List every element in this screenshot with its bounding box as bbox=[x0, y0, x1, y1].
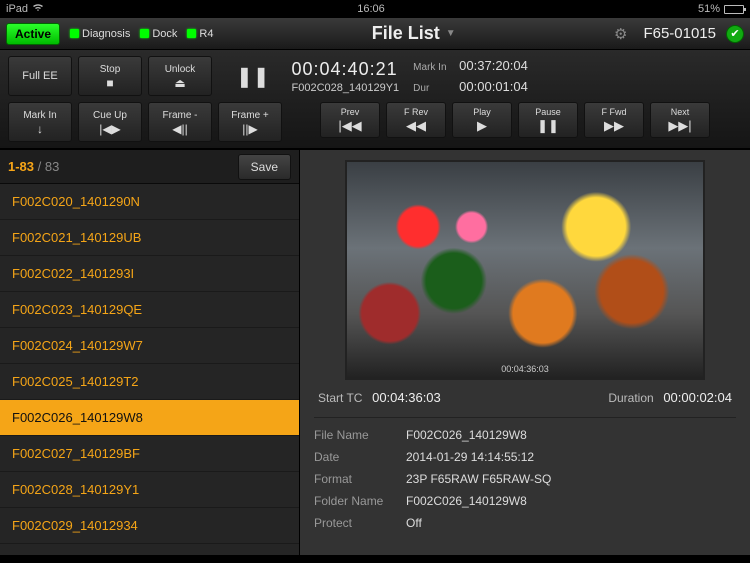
ipad-statusbar: iPad 16:06 51% bbox=[0, 0, 750, 18]
ffwd-icon: ▶▶ bbox=[604, 118, 624, 134]
cue-up-icon: |◀▶ bbox=[99, 123, 121, 135]
eject-icon: ⏏ bbox=[174, 77, 185, 89]
stop-icon: ■ bbox=[106, 77, 113, 89]
battery-percent: 51% bbox=[698, 3, 720, 15]
pause-button[interactable]: Pause❚❚ bbox=[518, 102, 578, 138]
file-list-items[interactable]: F002C020_1401290NF002C021_140129UBF002C0… bbox=[0, 184, 299, 555]
cue-up-button[interactable]: Cue Up|◀▶ bbox=[78, 102, 142, 142]
device-label: iPad bbox=[6, 3, 28, 15]
file-list-item[interactable]: F002C024_140129W7 bbox=[0, 328, 299, 364]
file-list-item[interactable]: F002C021_140129UB bbox=[0, 220, 299, 256]
timecode-display: ❚❚ 00:04:40:21 F002C028_140129Y1 Mark In… bbox=[218, 56, 742, 96]
preview-tc-row: Start TC 00:04:36:03 Duration 00:00:02:0… bbox=[314, 380, 736, 418]
frev-button[interactable]: F Rev◀◀ bbox=[386, 102, 446, 138]
pause-icon: ❚❚ bbox=[236, 64, 270, 89]
file-list-item[interactable]: F002C022_1401293I bbox=[0, 256, 299, 292]
mark-in-button[interactable]: Mark In↓ bbox=[8, 102, 72, 142]
prev-button[interactable]: Prev|◀◀ bbox=[320, 102, 380, 138]
file-range: 1-83 / 83 bbox=[8, 159, 59, 174]
video-preview[interactable]: 00:04:36:03 bbox=[345, 160, 705, 380]
page-title[interactable]: File List ▼ bbox=[223, 23, 604, 44]
file-list-item[interactable]: F002C020_1401290N bbox=[0, 184, 299, 220]
device-id: F65-01015 bbox=[643, 25, 716, 42]
stop-button[interactable]: Stop■ bbox=[78, 56, 142, 96]
active-badge[interactable]: Active bbox=[6, 23, 60, 45]
led-diagnosis: Diagnosis bbox=[70, 28, 130, 40]
mark-in-icon: ↓ bbox=[37, 123, 43, 135]
led-r4: R4 bbox=[187, 28, 213, 40]
main-area: 1-83 / 83 Save F002C020_1401290NF002C021… bbox=[0, 150, 750, 555]
check-icon[interactable]: ✔ bbox=[726, 25, 744, 43]
main-timecode: 00:04:40:21 bbox=[292, 59, 400, 80]
ffwd-button[interactable]: F Fwd▶▶ bbox=[584, 102, 644, 138]
file-list-item[interactable]: F002C027_140129BF bbox=[0, 436, 299, 472]
preview-panel: 00:04:36:03 Start TC 00:04:36:03 Duratio… bbox=[300, 150, 750, 555]
rewind-icon: ◀◀ bbox=[406, 118, 426, 134]
full-ee-button[interactable]: Full EE bbox=[8, 56, 72, 96]
frame-minus-button[interactable]: Frame -◀|| bbox=[148, 102, 212, 142]
frame-fwd-icon: ||▶ bbox=[242, 123, 257, 135]
led-icon bbox=[187, 29, 196, 38]
next-button[interactable]: Next▶▶| bbox=[650, 102, 710, 138]
file-list-item[interactable]: F002C028_140129Y1 bbox=[0, 472, 299, 508]
frame-plus-button[interactable]: Frame +||▶ bbox=[218, 102, 282, 142]
led-dock: Dock bbox=[140, 28, 177, 40]
save-button[interactable]: Save bbox=[238, 154, 291, 180]
clip-metadata: File NameF002C026_140129W8 Date2014-01-2… bbox=[314, 418, 736, 530]
still-image bbox=[347, 162, 703, 378]
file-list-item[interactable]: F002C023_140129QE bbox=[0, 292, 299, 328]
play-icon: ▶ bbox=[477, 118, 487, 134]
wifi-icon bbox=[32, 3, 44, 15]
led-icon bbox=[70, 29, 79, 38]
clock: 16:06 bbox=[44, 3, 698, 15]
play-button[interactable]: Play▶ bbox=[452, 102, 512, 138]
controls-panel: Full EE Stop■ Unlock⏏ ❚❚ 00:04:40:21 F00… bbox=[0, 50, 750, 150]
titlebar: Active Diagnosis Dock R4 File List ▼ ⚙ F… bbox=[0, 18, 750, 50]
prev-icon: |◀◀ bbox=[338, 118, 361, 134]
pause-icon: ❚❚ bbox=[537, 118, 559, 134]
file-list-header: 1-83 / 83 Save bbox=[0, 150, 299, 184]
next-icon: ▶▶| bbox=[668, 118, 691, 134]
frame-back-icon: ◀|| bbox=[172, 123, 187, 135]
led-icon bbox=[140, 29, 149, 38]
battery-icon bbox=[724, 5, 744, 14]
file-list-panel: 1-83 / 83 Save F002C020_1401290NF002C021… bbox=[0, 150, 300, 555]
gear-icon[interactable]: ⚙ bbox=[614, 25, 627, 43]
file-list-item[interactable]: F002C026_140129W8 bbox=[0, 400, 299, 436]
osd-timecode: 00:04:36:03 bbox=[501, 364, 549, 374]
unlock-button[interactable]: Unlock⏏ bbox=[148, 56, 212, 96]
timecode-clip-name: F002C028_140129Y1 bbox=[292, 82, 400, 94]
file-list-item[interactable]: F002C025_140129T2 bbox=[0, 364, 299, 400]
file-list-item[interactable]: F002C029_14012934 bbox=[0, 508, 299, 544]
chevron-down-icon: ▼ bbox=[446, 28, 456, 39]
